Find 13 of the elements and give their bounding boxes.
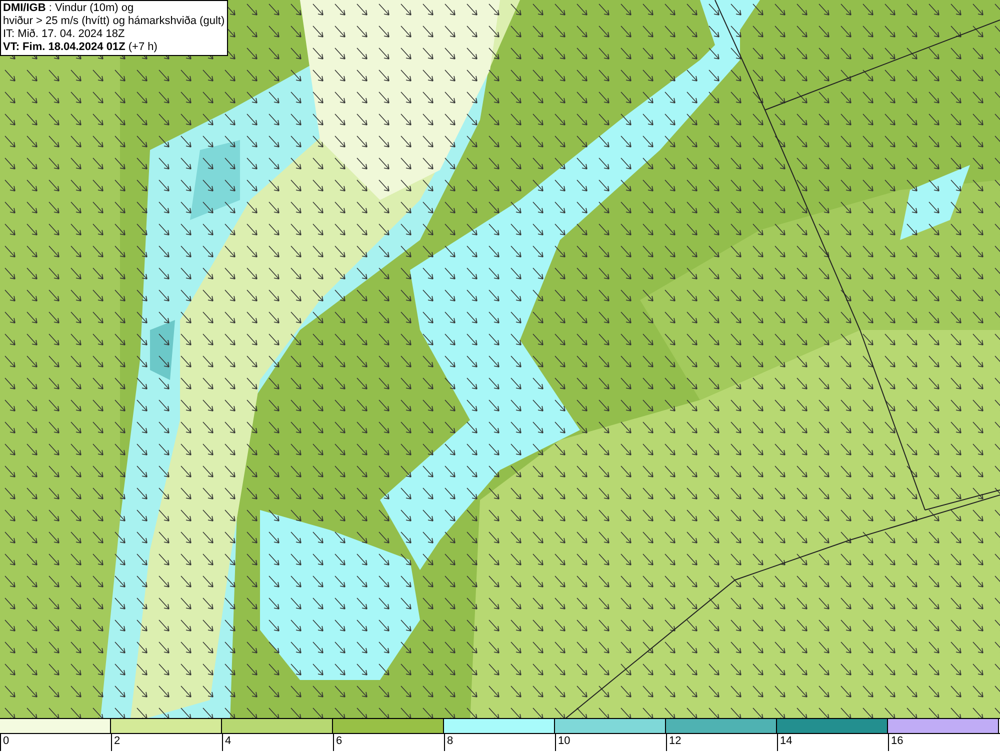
- title-line: hviður > 25 m/s (hvítt) og hámarkshviða (gult): [3, 15, 225, 28]
- legend-label: 14: [779, 734, 794, 749]
- title-line: IT: Mið. 17. 04. 2024 18Z: [3, 28, 126, 41]
- legend-label: 12: [668, 734, 682, 749]
- legend-label: 8: [446, 734, 454, 749]
- legend-label: 6: [335, 734, 344, 749]
- legend-label: 2: [113, 734, 122, 749]
- legend-label: 0: [2, 734, 10, 749]
- legend-label: 4: [224, 734, 232, 749]
- legend-label: 16: [890, 734, 904, 749]
- title-line: DMI/IGB : Vindur (10m) og: [3, 2, 135, 15]
- title-line: VT: Fim. 18.04.2024 01Z (+7 h): [3, 41, 158, 54]
- legend-label: 10: [557, 734, 572, 749]
